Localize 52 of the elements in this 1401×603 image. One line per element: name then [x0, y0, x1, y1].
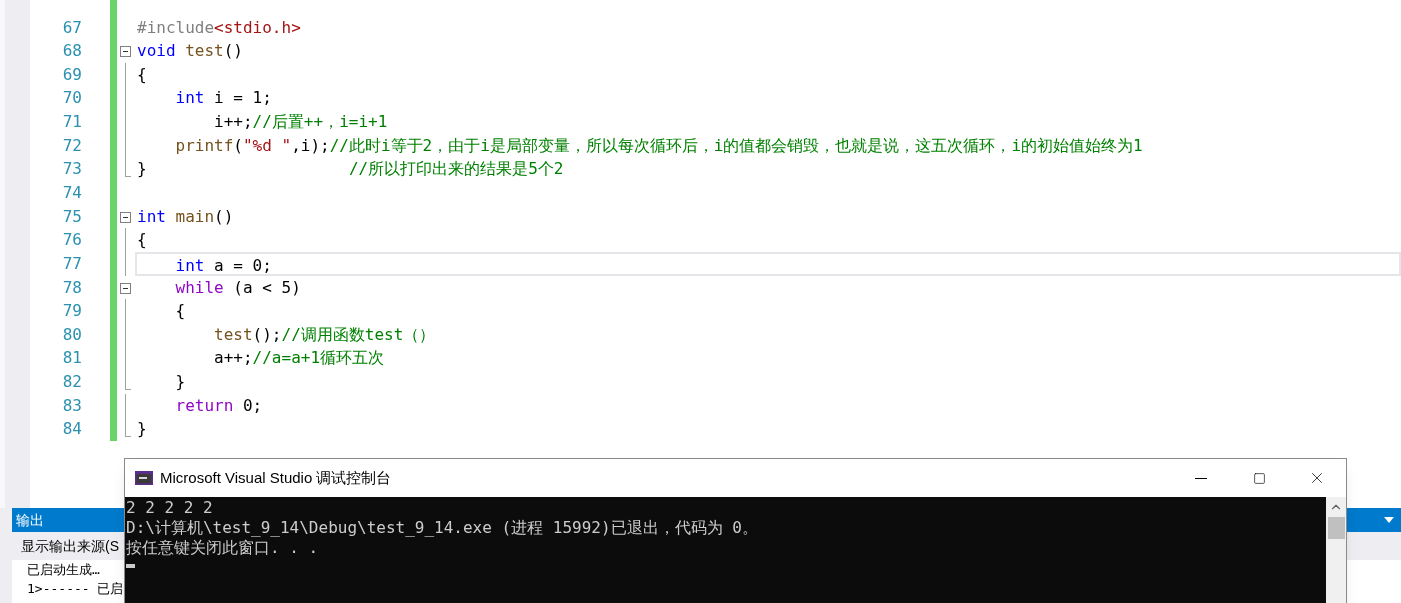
code-line: {	[137, 64, 147, 85]
collapse-icon[interactable]	[120, 211, 131, 223]
dropdown-icon[interactable]	[1384, 517, 1394, 523]
minimize-icon	[1195, 477, 1207, 479]
line-number: 76	[61, 229, 82, 252]
line-number: 75	[61, 205, 82, 228]
code-line: return 0;	[174, 395, 263, 416]
line-number: 73	[61, 158, 82, 181]
line-number: 67	[61, 16, 82, 39]
line-number: 78	[61, 276, 82, 299]
line-number: 68	[61, 40, 82, 63]
code-line: int a = 0;	[174, 255, 272, 276]
line-number: 69	[61, 63, 82, 86]
line-number: 72	[61, 134, 82, 157]
code-line: while (a < 5)	[174, 277, 301, 298]
scroll-thumb[interactable]	[1327, 517, 1345, 539]
code-line: }	[174, 372, 186, 393]
code-line: test();//调用函数test（）	[213, 324, 436, 345]
line-number: 80	[61, 323, 82, 346]
code-line: a++;//a=a+1循环五次	[213, 348, 385, 369]
line-number: 71	[61, 111, 82, 134]
line-number: 79	[61, 300, 82, 323]
maximize-icon	[1252, 471, 1266, 485]
console-line: D:\计算机\test_9_14\Debug\test_9_14.exe (进程 15992)已退出，代码为 0。	[126, 518, 758, 538]
code-line: {	[137, 230, 147, 251]
console-line: 按任意键关闭此窗口. . .	[126, 538, 319, 558]
code-line: int i = 1;	[174, 88, 272, 109]
code-line: #include<stdio.h>	[137, 17, 301, 38]
code-line: i++;//后置++，i=i+1	[213, 112, 388, 133]
console-line: 2 2 2 2 2	[126, 498, 213, 518]
code-line: void test()	[137, 41, 243, 62]
code-line: int main()	[137, 206, 234, 227]
line-number: 83	[61, 394, 82, 417]
console-app-icon	[135, 471, 153, 485]
line-number: 84	[61, 418, 82, 441]
output-line: 1>------ 已启	[27, 580, 124, 598]
output-line: 已启动生成…	[27, 561, 100, 579]
panel-title: 输出	[16, 510, 44, 530]
code-line: {	[174, 301, 186, 322]
line-number: 81	[61, 347, 82, 370]
line-number: 74	[61, 182, 82, 204]
code-line: }	[137, 419, 147, 440]
source-label: 显示输出来源(S	[21, 536, 119, 556]
line-number: 82	[61, 371, 82, 394]
collapse-icon[interactable]	[120, 282, 131, 294]
collapse-icon[interactable]	[120, 46, 131, 58]
line-number: 77	[61, 252, 82, 275]
line-number: 70	[61, 87, 82, 110]
code-line: printf("%d ",i);//此时i等于2，由于i是局部变量，所以每次循环后，i的值都会销毁，也就是说，这五次循环，i的初始值始终为1	[174, 135, 1143, 156]
code-line: } //所以打印出来的结果是5个2	[137, 159, 564, 180]
window-title: Microsoft Visual Studio 调试控制台	[160, 467, 392, 488]
text-cursor	[126, 564, 135, 568]
